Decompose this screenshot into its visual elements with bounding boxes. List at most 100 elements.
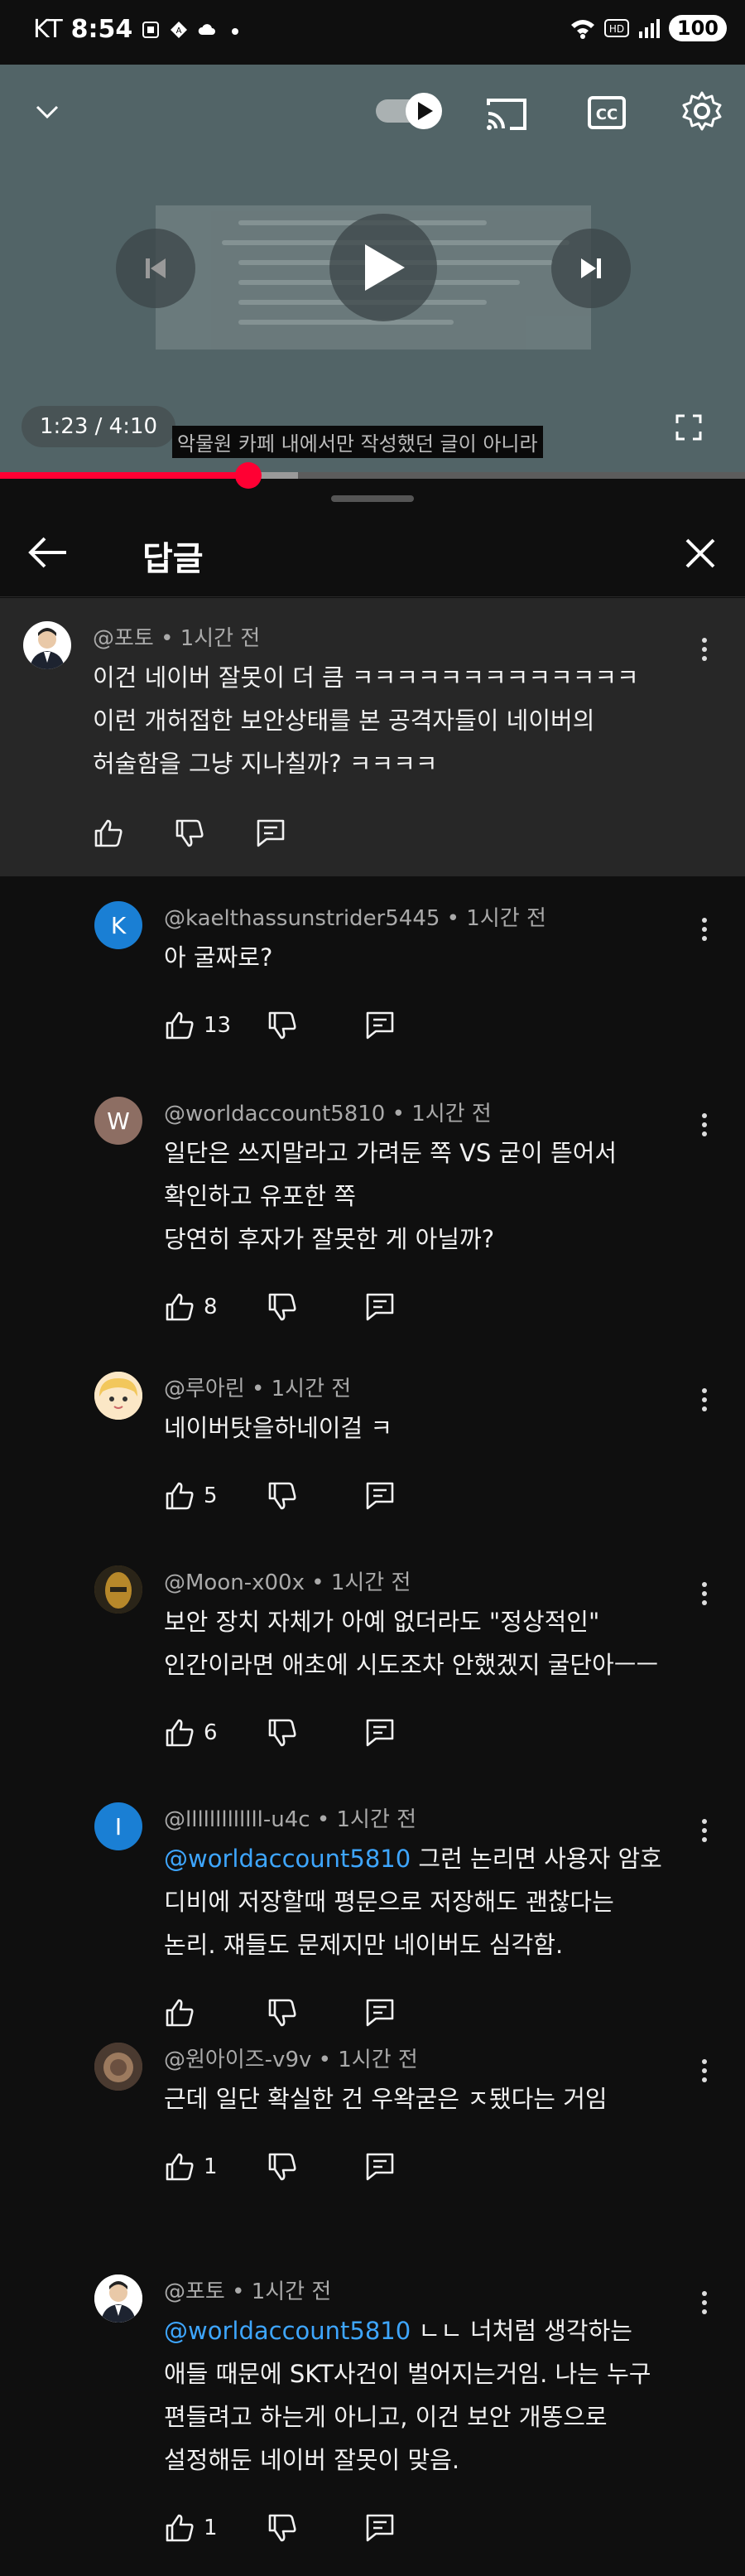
previous-button[interactable] xyxy=(116,229,195,308)
reply-button[interactable] xyxy=(364,1997,396,2028)
dislike-button[interactable] xyxy=(267,2151,364,2183)
minimize-button[interactable] xyxy=(25,89,70,134)
more-options-button[interactable] xyxy=(692,2286,717,2319)
captions-button[interactable]: CC xyxy=(586,93,627,133)
comment-author[interactable]: @포토 xyxy=(164,2279,225,2304)
more-options-button[interactable] xyxy=(692,1383,717,1416)
comment-actions xyxy=(93,815,286,851)
like-button[interactable]: 1 xyxy=(164,2512,267,2544)
time-display: 1:23 / 4:10 xyxy=(22,406,176,447)
mention-link[interactable]: @worldaccount5810 xyxy=(164,2317,411,2345)
more-options-button[interactable] xyxy=(692,913,717,946)
comment-author[interactable]: @원아이즈-v9v xyxy=(164,2048,311,2072)
like-button[interactable]: 1 xyxy=(164,2151,267,2183)
thumbs-up-icon xyxy=(166,1482,194,1510)
more-options-button[interactable] xyxy=(692,1108,717,1141)
video-progress-bar[interactable] xyxy=(0,462,745,489)
reply-icon xyxy=(366,1482,394,1510)
dislike-button[interactable] xyxy=(174,818,205,849)
reply-button[interactable] xyxy=(364,1717,396,1749)
battery-indicator: 100 xyxy=(668,15,727,41)
like-button[interactable]: 6 xyxy=(164,1717,267,1749)
like-button[interactable] xyxy=(93,818,124,849)
comment-actions: 1 xyxy=(164,2149,396,2185)
dislike-button[interactable] xyxy=(267,2512,364,2544)
avatar[interactable]: W xyxy=(94,1097,142,1145)
dislike-button[interactable] xyxy=(267,1291,364,1323)
played-bar xyxy=(0,472,248,479)
close-button[interactable] xyxy=(679,532,722,575)
video-player[interactable]: CC 1:23 / 4:10 악물원 카페 내에서만 작성했던 글이 아니라 xyxy=(0,65,745,475)
reply-icon xyxy=(366,1719,394,1747)
svg-text:A: A xyxy=(176,27,182,36)
settings-button[interactable] xyxy=(679,88,725,134)
comment-meta: @Moon-x00x • 1시간 전 xyxy=(164,1570,411,1595)
wifi-icon xyxy=(570,20,594,39)
autoplay-toggle[interactable] xyxy=(371,88,449,134)
kebab-icon xyxy=(702,638,707,643)
reply-button[interactable] xyxy=(364,2512,396,2544)
avatar[interactable] xyxy=(94,1565,142,1614)
reply-button[interactable] xyxy=(364,1010,396,1041)
more-options-button[interactable] xyxy=(692,2054,717,2087)
play-icon xyxy=(365,244,405,291)
comment-author[interactable]: @lllllllllllll-u4c xyxy=(164,1807,310,1832)
reply-button[interactable] xyxy=(364,1480,396,1512)
dislike-button[interactable] xyxy=(267,1997,364,2028)
like-count: 5 xyxy=(204,1483,218,1508)
thumbs-down-icon xyxy=(268,2153,296,2181)
reply-button[interactable] xyxy=(364,1291,396,1323)
comment-actions: 8 xyxy=(164,1289,396,1325)
more-options-button[interactable] xyxy=(692,633,717,666)
reply-button[interactable] xyxy=(364,2151,396,2183)
dislike-button[interactable] xyxy=(267,1010,364,1041)
avatar-initial: W xyxy=(107,1107,130,1135)
comment-actions: 6 xyxy=(164,1715,396,1751)
comment-author[interactable]: @포토 xyxy=(93,626,154,651)
reply-icon xyxy=(366,1999,394,2027)
cast-button[interactable] xyxy=(483,93,530,134)
comment-author[interactable]: @kaelthassunstrider5445 xyxy=(164,906,440,931)
more-options-button[interactable] xyxy=(692,1814,717,1847)
hd-voice-icon: HD xyxy=(603,19,629,37)
kebab-icon xyxy=(702,2291,707,2296)
carrier-label: KT xyxy=(33,15,63,44)
back-button[interactable] xyxy=(25,532,71,573)
thumbs-up-icon xyxy=(166,2153,194,2181)
scrubber-handle[interactable] xyxy=(234,462,262,489)
next-button[interactable] xyxy=(551,229,631,308)
like-button[interactable] xyxy=(164,1997,267,2028)
avatar[interactable] xyxy=(94,1372,142,1420)
status-bar: KT 8:54 A HD 100 xyxy=(0,0,745,65)
avatar[interactable] xyxy=(94,2043,142,2091)
more-options-button[interactable] xyxy=(692,1577,717,1610)
avatar[interactable] xyxy=(23,621,71,669)
fullscreen-button[interactable] xyxy=(669,408,709,447)
comment-time: 1시간 전 xyxy=(336,1807,417,1832)
dislike-button[interactable] xyxy=(267,1717,364,1749)
reply-button[interactable] xyxy=(255,818,286,849)
drag-handle[interactable] xyxy=(331,495,414,502)
like-button[interactable]: 5 xyxy=(164,1480,267,1512)
comment-author[interactable]: @Moon-x00x xyxy=(164,1570,305,1595)
thumbs-down-icon xyxy=(268,2514,296,2542)
avatar[interactable]: K xyxy=(94,901,142,949)
screenshot-icon xyxy=(142,21,160,38)
clock: 8:54 xyxy=(70,15,133,44)
close-icon xyxy=(685,538,715,568)
comment-actions: 5 xyxy=(164,1478,396,1514)
like-button[interactable]: 8 xyxy=(164,1291,267,1323)
comment-author[interactable]: @루아린 xyxy=(164,1377,245,1401)
like-count: 6 xyxy=(204,1720,218,1745)
gear-icon xyxy=(682,91,722,131)
comment-author[interactable]: @worldaccount5810 xyxy=(164,1102,385,1126)
avatar[interactable]: I xyxy=(94,1802,142,1850)
avatar[interactable] xyxy=(94,2275,142,2323)
parent-comment: @포토 • 1시간 전 이건 네이버 잘못이 더 큼 ㅋㅋㅋㅋㅋㅋㅋㅋㅋㅋㅋㅋㅋ… xyxy=(0,598,745,876)
play-button[interactable] xyxy=(329,214,437,321)
like-button[interactable]: 13 xyxy=(164,1010,267,1041)
dislike-button[interactable] xyxy=(267,1480,364,1512)
svg-text:CC: CC xyxy=(596,106,618,123)
reply-icon xyxy=(366,1293,394,1321)
mention-link[interactable]: @worldaccount5810 xyxy=(164,1845,411,1873)
